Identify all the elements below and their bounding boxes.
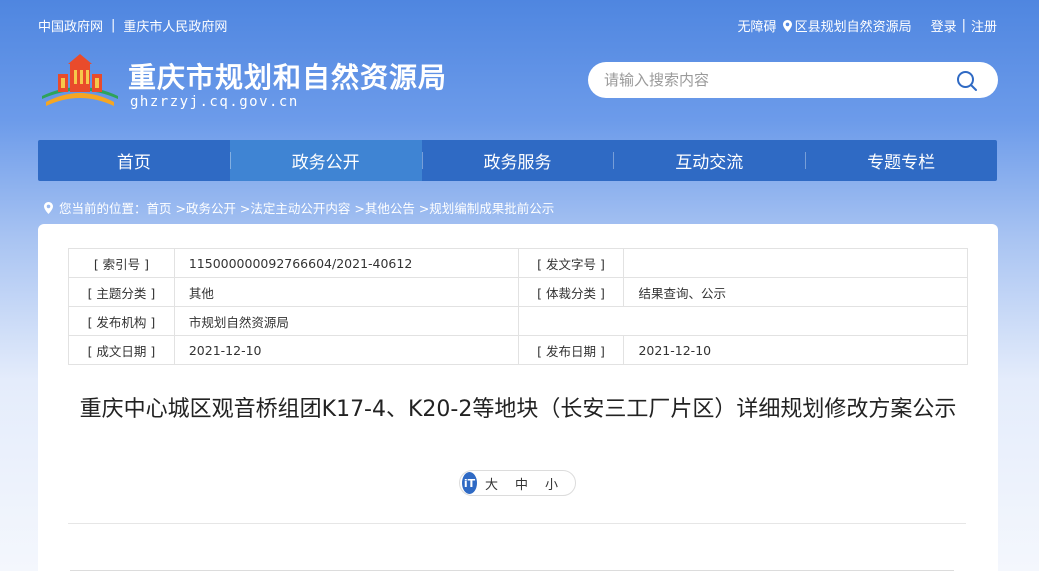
topic-value: 其他 [173, 277, 519, 307]
register-link[interactable]: 注册 [971, 16, 997, 35]
accessibility-link[interactable]: 无障碍 [738, 16, 777, 35]
font-size-switcher: iT 大 中 小 [459, 470, 576, 496]
breadcrumb-text[interactable]: 您当前的位置：首页 >政务公开 >法定主动公开内容 >其他公告 >规划编制成果批… [59, 198, 554, 217]
created-date-label: [ 成文日期 ] [68, 335, 175, 365]
main-nav: 首页 政务公开 政务服务 互动交流 专题专栏 [38, 140, 997, 181]
nav-item-interaction[interactable]: 互动交流 [613, 140, 805, 181]
link-gov-cn[interactable]: 中国政府网 [38, 16, 103, 35]
region-bureau-link[interactable]: 区县规划自然资源局 [795, 16, 912, 35]
index-label: [ 索引号 ] [68, 248, 175, 278]
doc-number-value [623, 248, 968, 278]
document-title: 重庆中心城区观音桥组团K17-4、K20-2等地块（长安三工厂片区）详细规划修改… [79, 397, 957, 422]
top-actions: 无障碍 区县规划自然资源局 登录 | 注册 [738, 16, 997, 35]
metadata-table: [ 索引号 ] 115000000092766604/2021-40612 [ … [68, 248, 969, 365]
created-date-value: 2021-12-10 [173, 335, 519, 365]
top-links: 中国政府网 | 重庆市人民政府网 [38, 16, 227, 35]
empty-cell [517, 306, 969, 336]
doc-number-label: [ 发文字号 ] [517, 248, 625, 278]
table-row: [ 索引号 ] 115000000092766604/2021-40612 [ … [68, 248, 968, 278]
issuer-label: [ 发布机构 ] [68, 306, 175, 336]
location-pin-icon [782, 19, 792, 32]
index-value: 115000000092766604/2021-40612 [173, 248, 519, 278]
search-box [588, 62, 998, 98]
top-bar: 中国政府网 | 重庆市人民政府网 无障碍 区县规划自然资源局 登录 | 注册 [38, 16, 997, 35]
font-size-small-button[interactable]: 小 [545, 474, 558, 493]
font-size-medium-button[interactable]: 中 [515, 474, 528, 493]
link-cq-gov[interactable]: 重庆市人民政府网 [123, 16, 227, 35]
font-size-icon: iT [462, 472, 477, 494]
published-date-label: [ 发布日期 ] [517, 335, 625, 365]
divider [68, 523, 966, 524]
search-icon[interactable] [956, 70, 978, 92]
nav-item-special-topics[interactable]: 专题专栏 [805, 140, 997, 181]
issuer-value: 市规划自然资源局 [173, 306, 519, 336]
font-size-large-button[interactable]: 大 [485, 474, 498, 493]
table-row: [ 发布机构 ] 市规划自然资源局 [68, 306, 969, 336]
nav-item-home[interactable]: 首页 [38, 140, 230, 181]
breadcrumb: 您当前的位置：首页 >政务公开 >法定主动公开内容 >其他公告 >规划编制成果批… [44, 198, 554, 217]
table-row: [ 成文日期 ] 2021-12-10 [ 发布日期 ] 2021-12-10 [68, 335, 968, 365]
search-input[interactable] [604, 62, 934, 98]
site-logo-icon[interactable] [40, 50, 120, 110]
topic-label: [ 主题分类 ] [68, 277, 175, 307]
site-domain: ghzrzyj.cq.gov.cn [130, 94, 299, 110]
nav-item-gov-services[interactable]: 政务服务 [421, 140, 614, 181]
separator: | [111, 18, 116, 33]
content-panel: [ 索引号 ] 115000000092766604/2021-40612 [ … [38, 224, 998, 571]
nav-item-gov-affairs-open[interactable]: 政务公开 [229, 140, 422, 181]
published-date-value: 2021-12-10 [623, 335, 968, 365]
site-title[interactable]: 重庆市规划和自然资源局 [128, 56, 447, 96]
separator: | [961, 18, 966, 33]
login-link[interactable]: 登录 [931, 16, 957, 35]
location-pin-icon [44, 201, 53, 214]
genre-label: [ 体裁分类 ] [517, 277, 625, 307]
table-row: [ 主题分类 ] 其他 [ 体裁分类 ] 结果查询、公示 [68, 277, 968, 307]
genre-value: 结果查询、公示 [623, 277, 968, 307]
